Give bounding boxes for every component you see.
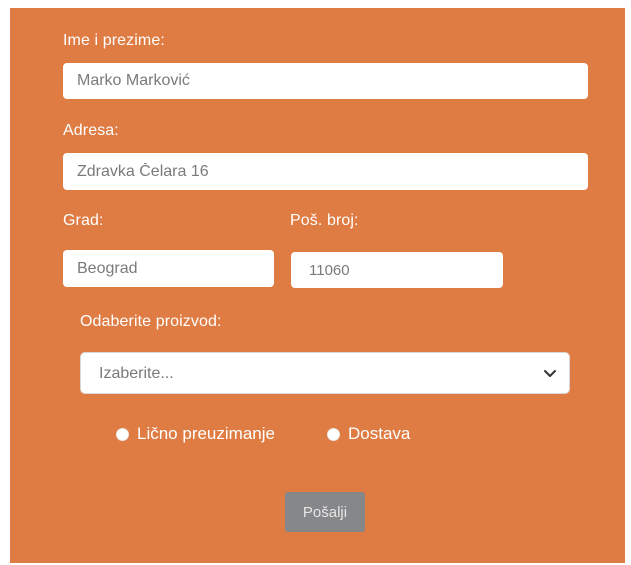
city-label: Grad: [63,212,104,229]
radio-label-delivery: Dostava [348,424,411,443]
name-label: Ime i prezime: [63,32,165,49]
name-input[interactable] [63,63,588,99]
address-label: Adresa: [63,122,119,139]
product-select[interactable]: Izaberite... [80,352,570,394]
submit-button[interactable]: Pošalji [285,492,365,532]
zip-input[interactable] [291,252,503,288]
radio-option-delivery[interactable]: Dostava [327,424,410,444]
zip-label: Poš. broj: [290,212,359,229]
radio-option-pickup[interactable]: Lično preuzimanje [116,424,275,444]
chevron-down-icon [544,370,556,377]
radio-circle-delivery[interactable] [327,427,340,441]
city-input[interactable] [63,250,274,287]
product-label: Odaberite proizvod: [80,313,222,330]
address-input[interactable] [63,153,588,190]
product-select-value: Izaberite... [99,365,174,382]
radio-circle-pickup[interactable] [116,427,129,441]
radio-label-pickup: Lično preuzimanje [137,424,275,443]
